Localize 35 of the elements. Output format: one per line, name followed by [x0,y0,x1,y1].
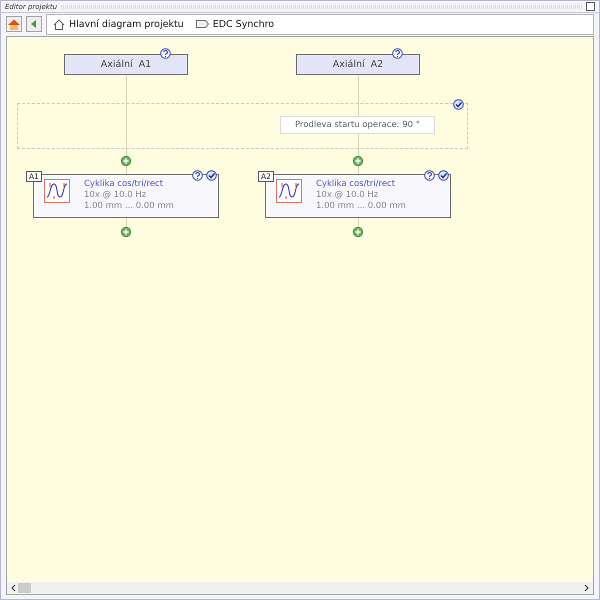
check-icon[interactable] [438,170,449,181]
axis-node[interactable]: Axiální A2 [296,54,420,75]
waveform-icon [44,179,70,203]
help-icon[interactable] [424,170,435,181]
help-icon[interactable] [160,48,171,59]
operation-title: Cyklika cos/tri/rect [84,179,164,189]
scroll-right-icon[interactable] [584,584,590,592]
home-button[interactable] [6,16,22,32]
operation-title: Cyklika cos/tri/rect [316,179,396,189]
waveform-icon [276,179,302,203]
add-icon[interactable] [121,156,131,166]
operation-range: 1.00 mm ... 0.00 mm [84,201,174,211]
breadcrumb-link[interactable]: Hlavní diagram projektu [53,18,184,30]
help-icon[interactable] [392,48,403,59]
check-icon[interactable] [206,170,217,181]
back-button[interactable] [26,16,42,32]
add-icon[interactable] [353,227,363,237]
house-icon [53,18,65,30]
delay-label: Prodleva startu operace: 90 ° [280,116,435,134]
scrollbar-thumb[interactable] [18,583,31,593]
house-icon [8,18,20,30]
back-arrow-icon [30,19,38,29]
tag-icon [196,20,209,28]
scroll-left-icon[interactable] [10,584,16,592]
operation-frequency: 10x @ 10.0 Hz [316,190,380,200]
horizontal-scrollbar[interactable] [7,582,593,594]
operation-range: 1.00 mm ... 0.00 mm [316,201,406,211]
help-icon[interactable] [192,170,203,181]
axis-node[interactable]: Axiální A1 [64,54,188,75]
check-icon[interactable] [453,99,464,110]
add-icon[interactable] [353,156,363,166]
operation-frequency: 10x @ 10.0 Hz [84,190,148,200]
add-icon[interactable] [121,227,131,237]
breadcrumb-link[interactable]: EDC Synchro [196,18,274,30]
maximize-button[interactable] [586,2,595,11]
